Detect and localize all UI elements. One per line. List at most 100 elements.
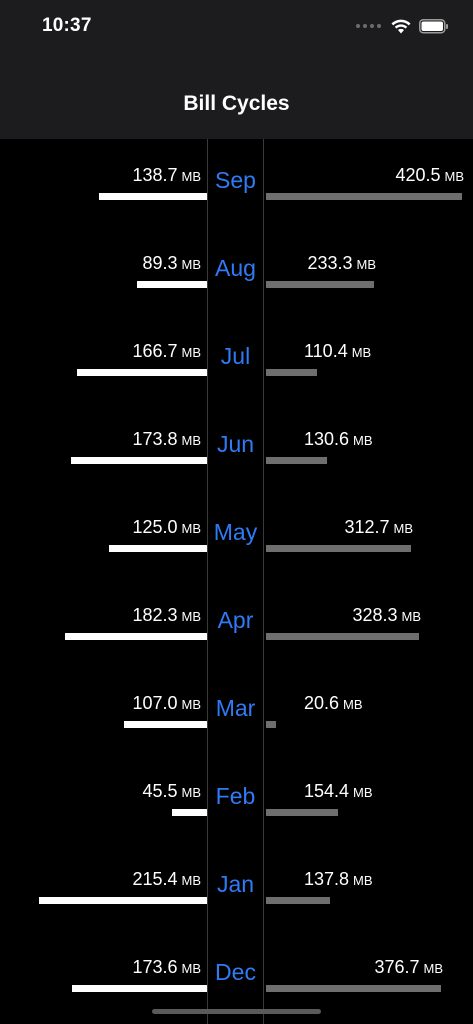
wifi-icon bbox=[391, 19, 411, 33]
left-value-unit: MB bbox=[181, 345, 202, 360]
right-value-number: 110.4 bbox=[304, 341, 348, 361]
left-value: 107.0 MB bbox=[132, 693, 201, 714]
left-value-unit: MB bbox=[181, 873, 202, 888]
right-value: 420.5 MB bbox=[395, 165, 464, 186]
left-value: 173.6 MB bbox=[132, 957, 201, 978]
right-usage-bar bbox=[266, 721, 276, 728]
cycle-row[interactable]: 125.0 MB May 312.7 MB bbox=[0, 491, 473, 579]
cycle-row[interactable]: 138.7 MB Sep 420.5 MB bbox=[0, 139, 473, 227]
left-usage-bar bbox=[109, 545, 207, 552]
signal-icon bbox=[356, 24, 381, 28]
cycle-row[interactable]: 173.8 MB Jun 130.6 MB bbox=[0, 403, 473, 491]
cycle-row[interactable]: 173.6 MB Dec 376.7 MB bbox=[0, 931, 473, 1019]
month-label: Mar bbox=[215, 695, 256, 721]
cycle-row[interactable]: 166.7 MB Jul 110.4 MB bbox=[0, 315, 473, 403]
status-time: 10:37 bbox=[42, 15, 92, 36]
right-value-unit: MB bbox=[423, 961, 444, 976]
left-usage-bar bbox=[77, 369, 207, 376]
left-value: 45.5 MB bbox=[142, 781, 201, 802]
right-value: 233.3 MB bbox=[307, 253, 376, 274]
right-value-number: 137.8 bbox=[304, 869, 350, 889]
status-bar: 10:37 bbox=[0, 0, 473, 52]
cycle-row[interactable]: 107.0 MB Mar 20.6 MB bbox=[0, 667, 473, 755]
left-value-number: 182.3 bbox=[132, 605, 178, 625]
right-value-number: 328.3 bbox=[352, 605, 398, 625]
left-value-number: 215.4 bbox=[132, 869, 178, 889]
bill-cycles-list[interactable]: 138.7 MB Sep 420.5 MB 89.3 MB Aug 233.3 MB 166.7 MB… bbox=[0, 139, 473, 1024]
cycle-row[interactable]: 45.5 MB Feb 154.4 MB bbox=[0, 755, 473, 843]
right-value-unit: MB bbox=[444, 169, 465, 184]
right-value: 328.3 MB bbox=[352, 605, 421, 626]
right-value-unit: MB bbox=[353, 785, 373, 800]
right-value-unit: MB bbox=[393, 521, 414, 536]
left-value: 166.7 MB bbox=[132, 341, 201, 362]
left-usage-bar bbox=[71, 457, 207, 464]
right-value: 130.6 MB bbox=[304, 429, 373, 450]
left-value-number: 89.3 bbox=[142, 253, 178, 273]
right-value-number: 312.7 bbox=[344, 517, 390, 537]
right-value-unit: MB bbox=[353, 433, 373, 448]
month-label: Sep bbox=[215, 167, 256, 193]
left-usage-bar bbox=[72, 985, 207, 992]
left-usage-bar bbox=[99, 193, 207, 200]
left-value-unit: MB bbox=[181, 785, 202, 800]
left-value-unit: MB bbox=[181, 521, 202, 536]
right-value-number: 420.5 bbox=[395, 165, 441, 185]
right-value-number: 20.6 bbox=[304, 693, 340, 713]
left-value: 173.8 MB bbox=[132, 429, 201, 450]
right-value-number: 376.7 bbox=[374, 957, 420, 977]
right-usage-bar bbox=[266, 545, 411, 552]
right-usage-bar bbox=[266, 281, 374, 288]
left-value-unit: MB bbox=[181, 169, 202, 184]
right-value: 154.4 MB bbox=[304, 781, 373, 802]
left-value-number: 107.0 bbox=[132, 693, 178, 713]
left-value-number: 173.6 bbox=[132, 957, 178, 977]
left-value-unit: MB bbox=[181, 961, 202, 976]
month-label: Jan bbox=[216, 871, 255, 897]
left-usage-bar bbox=[137, 281, 207, 288]
left-value: 215.4 MB bbox=[132, 869, 201, 890]
cycle-row[interactable]: 182.3 MB Apr 328.3 MB bbox=[0, 579, 473, 667]
left-value: 182.3 MB bbox=[132, 605, 201, 626]
month-label: Dec bbox=[215, 959, 256, 985]
left-value-number: 138.7 bbox=[132, 165, 178, 185]
month-label: May bbox=[213, 519, 258, 545]
left-value-unit: MB bbox=[181, 609, 202, 624]
left-value: 89.3 MB bbox=[142, 253, 201, 274]
page-title: Bill Cycles bbox=[183, 92, 290, 115]
left-value-unit: MB bbox=[181, 697, 202, 712]
home-indicator[interactable] bbox=[152, 1009, 321, 1014]
left-value-unit: MB bbox=[181, 257, 202, 272]
month-label: Jun bbox=[216, 431, 255, 457]
right-usage-bar bbox=[266, 457, 327, 464]
month-label: Aug bbox=[215, 255, 256, 281]
right-value-unit: MB bbox=[353, 873, 373, 888]
right-usage-bar bbox=[266, 193, 462, 200]
cycle-row[interactable]: 89.3 MB Aug 233.3 MB bbox=[0, 227, 473, 315]
left-usage-bar bbox=[124, 721, 207, 728]
right-value-number: 130.6 bbox=[304, 429, 350, 449]
left-value-number: 173.8 bbox=[132, 429, 178, 449]
right-value-unit: MB bbox=[401, 609, 422, 624]
left-value-number: 125.0 bbox=[132, 517, 178, 537]
left-usage-bar bbox=[172, 809, 207, 816]
right-usage-bar bbox=[266, 369, 317, 376]
right-value: 376.7 MB bbox=[374, 957, 443, 978]
right-value: 312.7 MB bbox=[344, 517, 413, 538]
month-label: Apr bbox=[217, 607, 254, 633]
cycle-row[interactable]: 215.4 MB Jan 137.8 MB bbox=[0, 843, 473, 931]
left-usage-bar bbox=[65, 633, 207, 640]
left-value: 125.0 MB bbox=[132, 517, 201, 538]
right-value-unit: MB bbox=[351, 345, 372, 360]
left-value-number: 45.5 bbox=[142, 781, 178, 801]
left-usage-bar bbox=[39, 897, 207, 904]
right-usage-bar bbox=[266, 985, 441, 992]
left-value: 138.7 MB bbox=[132, 165, 201, 186]
left-value-unit: MB bbox=[181, 433, 202, 448]
right-usage-bar bbox=[266, 633, 419, 640]
right-value: 20.6 MB bbox=[304, 693, 363, 714]
left-value-number: 166.7 bbox=[132, 341, 178, 361]
nav-bar: Bill Cycles bbox=[0, 52, 473, 139]
status-icons bbox=[356, 16, 449, 36]
right-value-number: 154.4 bbox=[304, 781, 350, 801]
